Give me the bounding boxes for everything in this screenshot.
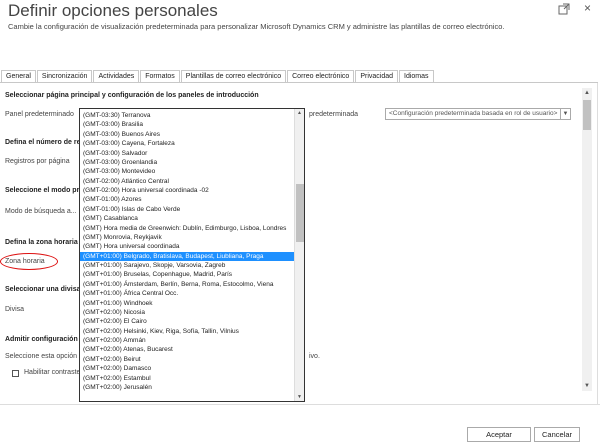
timezone-option[interactable]: (GMT-02:00) Hora universal coordinada -0… bbox=[80, 186, 294, 195]
content-scrollbar[interactable]: ▲ ▼ bbox=[582, 88, 592, 391]
timezone-option[interactable]: (GMT-02:00) Atlántico Central bbox=[80, 177, 294, 186]
default-panel-label: Panel predeterminado bbox=[5, 111, 74, 118]
timezone-option[interactable]: (GMT+01:00) Sarajevo, Skopje, Varsovia, … bbox=[80, 261, 294, 270]
timezone-option[interactable]: (GMT-03:00) Montevideo bbox=[80, 167, 294, 176]
timezone-dropdown-list[interactable]: (GMT-03:30) Terranova (GMT-03:00) Brasili… bbox=[79, 108, 305, 402]
scroll-thumb[interactable] bbox=[583, 100, 591, 130]
timezone-option[interactable]: (GMT-03:30) Terranova bbox=[80, 111, 294, 120]
tab-correo[interactable]: Correo electrónico bbox=[287, 70, 355, 82]
timezone-option[interactable]: (GMT) Monrovia, Reykjavik bbox=[80, 233, 294, 242]
dialog-subtitle: Cambie la configuración de visualización… bbox=[8, 22, 505, 31]
search-mode-label: Modo de búsqueda a... bbox=[5, 208, 77, 215]
high-contrast-checkbox[interactable] bbox=[12, 370, 19, 377]
section-currency-heading: Seleccionar una divisa p bbox=[5, 286, 87, 293]
scroll-up-icon[interactable]: ▲ bbox=[582, 88, 592, 98]
timezone-option[interactable]: (GMT+01:00) África Central Occ. bbox=[80, 289, 294, 298]
cancel-button[interactable]: Cancelar bbox=[534, 427, 580, 442]
default-pane-value: <Configuración predeterminada basada en … bbox=[389, 110, 558, 117]
popout-icon[interactable] bbox=[558, 3, 570, 15]
timezone-option[interactable]: (GMT+01:00) Ámsterdam, Berlín, Berna, Ro… bbox=[80, 280, 294, 289]
timezone-option[interactable]: (GMT-03:00) Brasilia bbox=[80, 120, 294, 129]
section-timezone-heading: Defina la zona horaria bbox=[5, 239, 78, 246]
timezone-option[interactable]: (GMT+02:00) Damasco bbox=[80, 364, 294, 373]
chevron-down-icon: ▼ bbox=[560, 109, 570, 119]
high-contrast-label: Habilitar contraste bbox=[24, 369, 81, 376]
section-records-heading: Defina el número de re bbox=[5, 139, 81, 146]
dropdown-scroll-up-icon[interactable]: ▲ bbox=[295, 109, 304, 117]
timezone-option[interactable]: (GMT+02:00) Ammán bbox=[80, 336, 294, 345]
timezone-option[interactable]: (GMT-01:00) Islas de Cabo Verde bbox=[80, 205, 294, 214]
close-icon[interactable]: × bbox=[584, 1, 591, 15]
timezone-option[interactable]: (GMT+02:00) Helsinki, Kiev, Riga, Sofía,… bbox=[80, 327, 294, 336]
timezone-option[interactable]: (GMT) Hora universal coordinada bbox=[80, 242, 294, 251]
timezone-option[interactable]: (GMT+01:00) Belgrado, Bratislava, Budape… bbox=[80, 251, 294, 261]
records-per-page-label: Registros por página bbox=[5, 158, 70, 165]
section-search-heading: Seleccione el modo pred bbox=[5, 187, 88, 194]
currency-label: Divisa bbox=[5, 306, 25, 313]
default-pane-select[interactable]: <Configuración predeterminada basada en … bbox=[385, 108, 571, 120]
section-accessibility-heading: Admitir configuración d bbox=[5, 336, 84, 343]
tab-bar: General Sincronización Actividades Forma… bbox=[1, 70, 435, 82]
section-home-heading: Seleccionar página principal y configura… bbox=[5, 92, 259, 99]
timezone-option[interactable]: (GMT+02:00) Estambul bbox=[80, 374, 294, 383]
timezone-option[interactable]: (GMT) Hora media de Greenwich: Dublín, E… bbox=[80, 224, 294, 233]
timezone-option[interactable]: (GMT+02:00) Jerusalén bbox=[80, 383, 294, 392]
scroll-down-icon[interactable]: ▼ bbox=[582, 381, 592, 391]
timezone-option[interactable]: (GMT-03:00) Cayena, Fortaleza bbox=[80, 139, 294, 148]
tab-idiomas[interactable]: Idiomas bbox=[399, 70, 434, 82]
timezone-option[interactable]: (GMT+01:00) Bruselas, Copenhague, Madrid… bbox=[80, 270, 294, 279]
tab-plantillas[interactable]: Plantillas de correo electrónico bbox=[180, 70, 287, 82]
tab-actividades[interactable]: Actividades bbox=[93, 70, 140, 82]
timezone-option[interactable]: (GMT+02:00) Nicosia bbox=[80, 308, 294, 317]
timezone-highlight-circle bbox=[0, 253, 58, 270]
accessibility-description-tail: ivo. bbox=[309, 353, 320, 360]
dialog-title: Definir opciones personales bbox=[8, 1, 218, 20]
dialog-footer: Aceptar Cancelar bbox=[0, 404, 600, 444]
timezone-options: (GMT-03:30) Terranova (GMT-03:00) Brasili… bbox=[80, 111, 294, 392]
timezone-option[interactable]: (GMT+02:00) Beirut bbox=[80, 355, 294, 364]
accept-button[interactable]: Aceptar bbox=[467, 427, 531, 442]
timezone-option[interactable]: (GMT-03:00) Buenos Aires bbox=[80, 130, 294, 139]
tab-sincronizacion[interactable]: Sincronización bbox=[36, 70, 93, 82]
accessibility-description: Seleccione esta opción si bbox=[5, 353, 84, 360]
dropdown-scroll-down-icon[interactable]: ▼ bbox=[295, 393, 304, 401]
tab-general[interactable]: General bbox=[1, 70, 36, 82]
timezone-option[interactable]: (GMT-03:00) Salvador bbox=[80, 149, 294, 158]
dropdown-scroll-thumb[interactable] bbox=[296, 184, 304, 242]
timezone-option[interactable]: (GMT-01:00) Azores bbox=[80, 195, 294, 204]
timezone-option[interactable]: (GMT+02:00) Atenas, Bucarest bbox=[80, 345, 294, 354]
timezone-option[interactable]: (GMT) Casablanca bbox=[80, 214, 294, 223]
tab-privacidad[interactable]: Privacidad bbox=[355, 70, 399, 82]
timezone-option[interactable]: (GMT-03:00) Groenlandia bbox=[80, 158, 294, 167]
timezone-option[interactable]: (GMT+02:00) El Cairo bbox=[80, 317, 294, 326]
timezone-option[interactable]: (GMT+01:00) Windhoek bbox=[80, 299, 294, 308]
dropdown-scrollbar[interactable]: ▲ ▼ bbox=[294, 109, 304, 401]
default-pane-label: predeterminada bbox=[309, 111, 359, 118]
tab-formatos[interactable]: Formatos bbox=[140, 70, 180, 82]
